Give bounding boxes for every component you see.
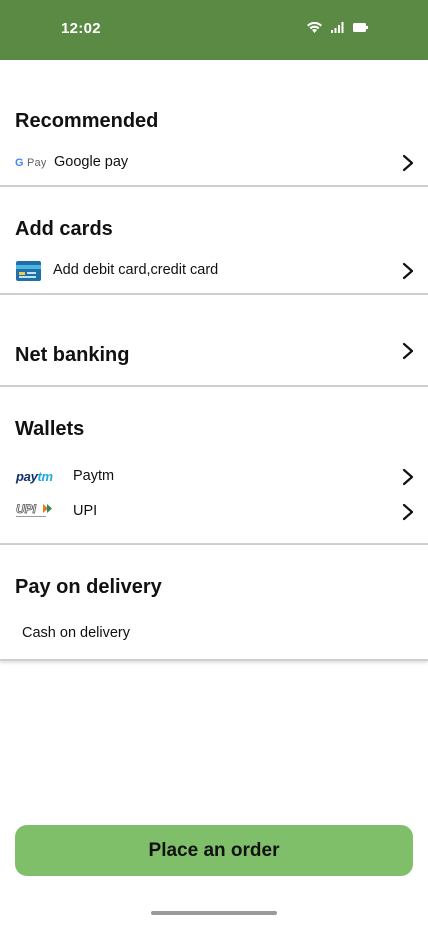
add-cards-title: Add cards — [15, 218, 113, 240]
place-order-button[interactable]: Place an order — [15, 825, 413, 876]
chevron-right-icon[interactable] — [402, 342, 414, 365]
paytm-option[interactable]: paytm Paytm — [0, 462, 428, 492]
payment-screen: 12:02 Recommended G Pay Google pay Add c… — [0, 0, 428, 926]
svg-text:UPI: UPI — [16, 502, 37, 516]
pay-on-delivery-title: Pay on delivery — [15, 576, 162, 598]
wallets-title: Wallets — [15, 418, 85, 440]
credit-card-icon — [16, 261, 41, 286]
google-pay-option[interactable]: G Pay Google pay — [0, 148, 428, 178]
wifi-icon — [307, 22, 322, 33]
upi-option[interactable]: UPI UPI — [0, 497, 428, 527]
status-time: 12:02 — [61, 20, 101, 37]
status-icons — [307, 22, 368, 33]
add-cards-section: Add cards Add debit card,credit card — [0, 187, 428, 295]
paytm-logo: paytm — [16, 469, 53, 484]
status-bar: 12:02 — [0, 0, 428, 60]
chevron-right-icon[interactable] — [402, 468, 414, 491]
upi-label: UPI — [73, 503, 98, 519]
google-pay-label: Google pay — [54, 154, 129, 170]
upi-logo: UPI — [16, 502, 54, 523]
recommended-section: Recommended G Pay Google pay — [0, 60, 428, 187]
signal-icon — [331, 22, 344, 33]
wallets-section: Wallets paytm Paytm UPI UPI — [0, 387, 428, 545]
cash-on-delivery-option[interactable]: Cash on delivery — [0, 619, 428, 649]
home-indicator — [151, 911, 277, 915]
add-card-option[interactable]: Add debit card,credit card — [0, 256, 428, 286]
chevron-right-icon[interactable] — [402, 154, 414, 177]
add-card-label: Add debit card,credit card — [53, 262, 219, 278]
google-pay-logo: G Pay — [15, 157, 47, 169]
cash-on-delivery-label: Cash on delivery — [22, 625, 130, 641]
battery-icon — [353, 23, 368, 32]
chevron-right-icon[interactable] — [402, 262, 414, 285]
net-banking-title: Net banking — [15, 344, 130, 366]
pay-on-delivery-section: Pay on delivery Cash on delivery — [0, 545, 428, 661]
paytm-label: Paytm — [73, 468, 115, 484]
recommended-title: Recommended — [15, 110, 159, 132]
net-banking-section[interactable]: Net banking — [0, 295, 428, 387]
chevron-right-icon[interactable] — [402, 503, 414, 526]
